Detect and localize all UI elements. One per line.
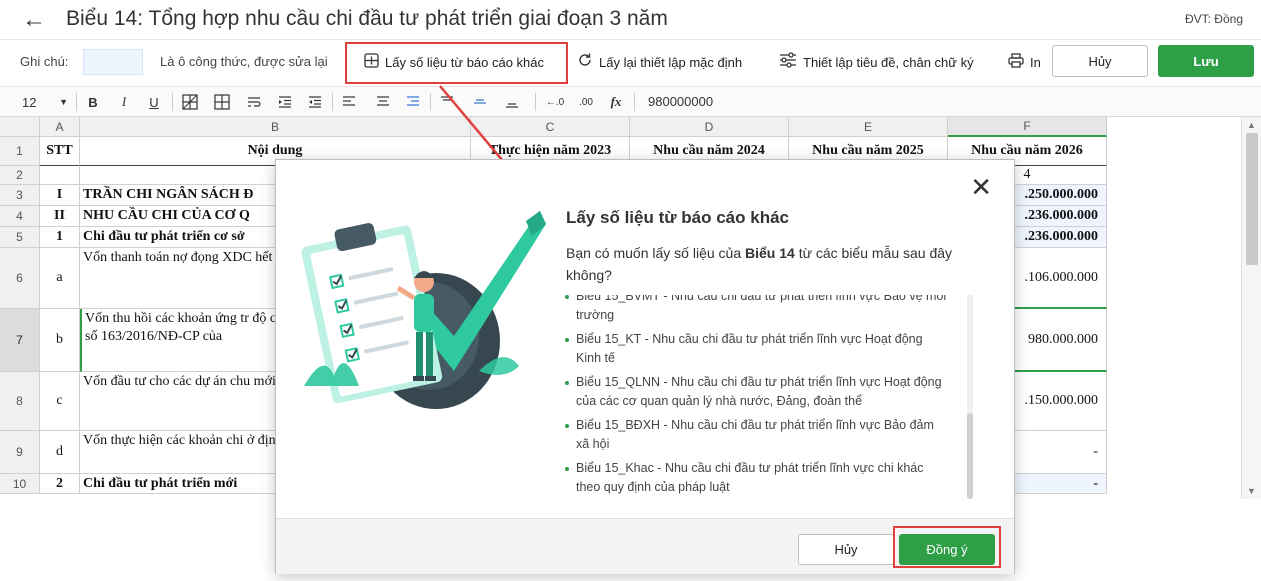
cell-a1[interactable]: STT [40, 137, 80, 166]
divider [430, 93, 431, 111]
question-prefix: Bạn có muốn lấy số liệu của [566, 245, 745, 261]
source-report-item: Biểu 15_QLNN - Nhu cầu chi đầu tư phát t… [562, 373, 950, 411]
format-toolbar: 12 ▼ B I U ←.0 .00 fx 980000000 [0, 86, 1261, 117]
get-data-dialog: ✕ Lấy số liệu từ báo cáo khác Bạn có muố… [275, 159, 1015, 574]
main-toolbar: Ghi chú: Là ô công thức, được sửa lại Lấ… [0, 40, 1261, 86]
italic-icon[interactable]: I [115, 92, 133, 112]
cell-a9[interactable]: d [40, 431, 80, 474]
source-report-item: Biểu 15_BVMT - Nhu cầu chi đầu tư phát t… [562, 295, 950, 325]
reset-defaults-label: Lấy lại thiết lập mặc định [599, 54, 743, 70]
page-title: Biểu 14: Tổng hợp nhu cầu chi đầu tư phá… [66, 7, 668, 30]
source-report-list[interactable]: Biểu 15_BVMT - Nhu cầu chi đầu tư phát t… [562, 295, 962, 499]
row-header[interactable]: 9 [0, 431, 40, 474]
divider [535, 93, 536, 111]
align-center-icon[interactable] [374, 92, 392, 112]
note-text: Là ô công thức, được sửa lại [160, 54, 328, 69]
close-icon[interactable]: ✕ [970, 174, 992, 200]
indent-decrease-icon[interactable] [306, 92, 324, 112]
bold-icon[interactable]: B [84, 92, 102, 112]
source-report-item: Biểu 15_KT - Nhu cầu chi đầu tư phát tri… [562, 330, 950, 368]
row-header[interactable]: 8 [0, 372, 40, 431]
printer-icon [1008, 52, 1024, 72]
wrap-text-icon[interactable] [245, 92, 263, 112]
header-footer-settings-button[interactable]: Thiết lập tiêu đề, chân chữ ký [779, 49, 974, 75]
row-header[interactable]: 1 [0, 137, 40, 166]
print-button[interactable]: In [1008, 49, 1041, 75]
reset-defaults-button[interactable]: Lấy lại thiết lập mặc định [577, 49, 742, 75]
row-header[interactable]: 3 [0, 185, 40, 206]
dialog-cancel-button[interactable]: Hủy [798, 534, 894, 565]
source-report-item: Biểu 15_Khac - Nhu cầu chi đầu tư phát t… [562, 459, 950, 497]
divider [634, 93, 635, 111]
dialog-question: Bạn có muốn lấy số liệu của Biểu 14 từ c… [566, 242, 976, 286]
align-right-icon[interactable] [404, 92, 422, 112]
row-header[interactable]: 6 [0, 248, 40, 309]
column-header-e[interactable]: E [789, 117, 948, 137]
row-header[interactable]: 7 [0, 309, 40, 372]
caret-down-icon: ▼ [59, 97, 68, 107]
row-header[interactable]: 5 [0, 227, 40, 248]
header-footer-settings-label: Thiết lập tiêu đề, chân chữ ký [803, 54, 974, 70]
decrease-decimal-icon[interactable]: ←.0 [544, 92, 566, 112]
font-size-value: 12 [22, 94, 37, 110]
row-header[interactable]: 10 [0, 474, 40, 494]
divider [332, 93, 333, 111]
select-all-corner[interactable] [0, 117, 40, 137]
fx-icon: fx [610, 94, 622, 109]
note-label: Ghi chú: [20, 54, 69, 69]
formula-cell-swatch [83, 49, 143, 75]
column-header-f[interactable]: F [948, 117, 1107, 137]
formula-input[interactable]: 980000000 [648, 94, 713, 109]
scroll-down-icon[interactable]: ▼ [1247, 486, 1256, 496]
valign-middle-icon[interactable] [471, 92, 489, 112]
divider [76, 93, 77, 111]
valign-top-icon[interactable] [438, 92, 456, 112]
page-header: ← Biểu 14: Tổng hợp nhu cầu chi đầu tư p… [0, 0, 1261, 40]
confirm-highlight [893, 526, 1001, 568]
cell-a8[interactable]: c [40, 372, 80, 431]
vertical-scrollbar[interactable]: ▲ ▼ [1241, 117, 1261, 499]
divider [172, 93, 173, 111]
sliders-icon [779, 52, 797, 72]
cell-a6[interactable]: a [40, 248, 80, 309]
question-report-name: Biểu 14 [745, 245, 795, 261]
cell-a3[interactable]: I [40, 185, 80, 206]
column-header-d[interactable]: D [630, 117, 789, 137]
valign-bottom-icon[interactable] [503, 92, 521, 112]
scrollbar-thumb[interactable] [967, 413, 973, 499]
indent-increase-icon[interactable] [276, 92, 294, 112]
cell-a4[interactable]: II [40, 206, 80, 227]
unit-label: ĐVT: Đồng [1184, 12, 1243, 26]
column-header-c[interactable]: C [471, 117, 630, 137]
align-left-icon[interactable] [340, 92, 358, 112]
get-data-highlight [345, 42, 568, 84]
column-header-a[interactable]: A [40, 117, 80, 137]
clipboard-illustration [301, 211, 546, 409]
row-header[interactable]: 4 [0, 206, 40, 227]
cancel-button[interactable]: Hủy [1052, 45, 1148, 77]
cell-a2[interactable] [40, 166, 80, 185]
cell-a7[interactable]: b [40, 309, 80, 372]
save-button[interactable]: Lưu [1158, 45, 1254, 77]
cell-a10[interactable]: 2 [40, 474, 80, 494]
arrow-left-icon[interactable]: ← [22, 6, 46, 34]
row-header[interactable]: 2 [0, 166, 40, 185]
underline-icon[interactable]: U [145, 92, 163, 112]
borders-icon[interactable] [180, 92, 200, 112]
refresh-icon [577, 52, 593, 72]
scrollbar-thumb[interactable] [1246, 133, 1258, 265]
column-header-b[interactable]: B [80, 117, 471, 137]
merge-cells-icon[interactable] [212, 92, 232, 112]
print-label: In [1030, 54, 1041, 70]
cell-a5[interactable]: 1 [40, 227, 80, 248]
source-report-item: Biểu 15_BĐXH - Nhu cầu chi đầu tư phát t… [562, 416, 950, 454]
dialog-scrollbar[interactable] [967, 295, 973, 499]
scroll-up-icon[interactable]: ▲ [1247, 120, 1256, 130]
font-size-select[interactable]: 12 ▼ [22, 92, 68, 112]
increase-decimal-icon[interactable]: .00 [575, 92, 597, 112]
dialog-title: Lấy số liệu từ báo cáo khác [566, 208, 789, 227]
